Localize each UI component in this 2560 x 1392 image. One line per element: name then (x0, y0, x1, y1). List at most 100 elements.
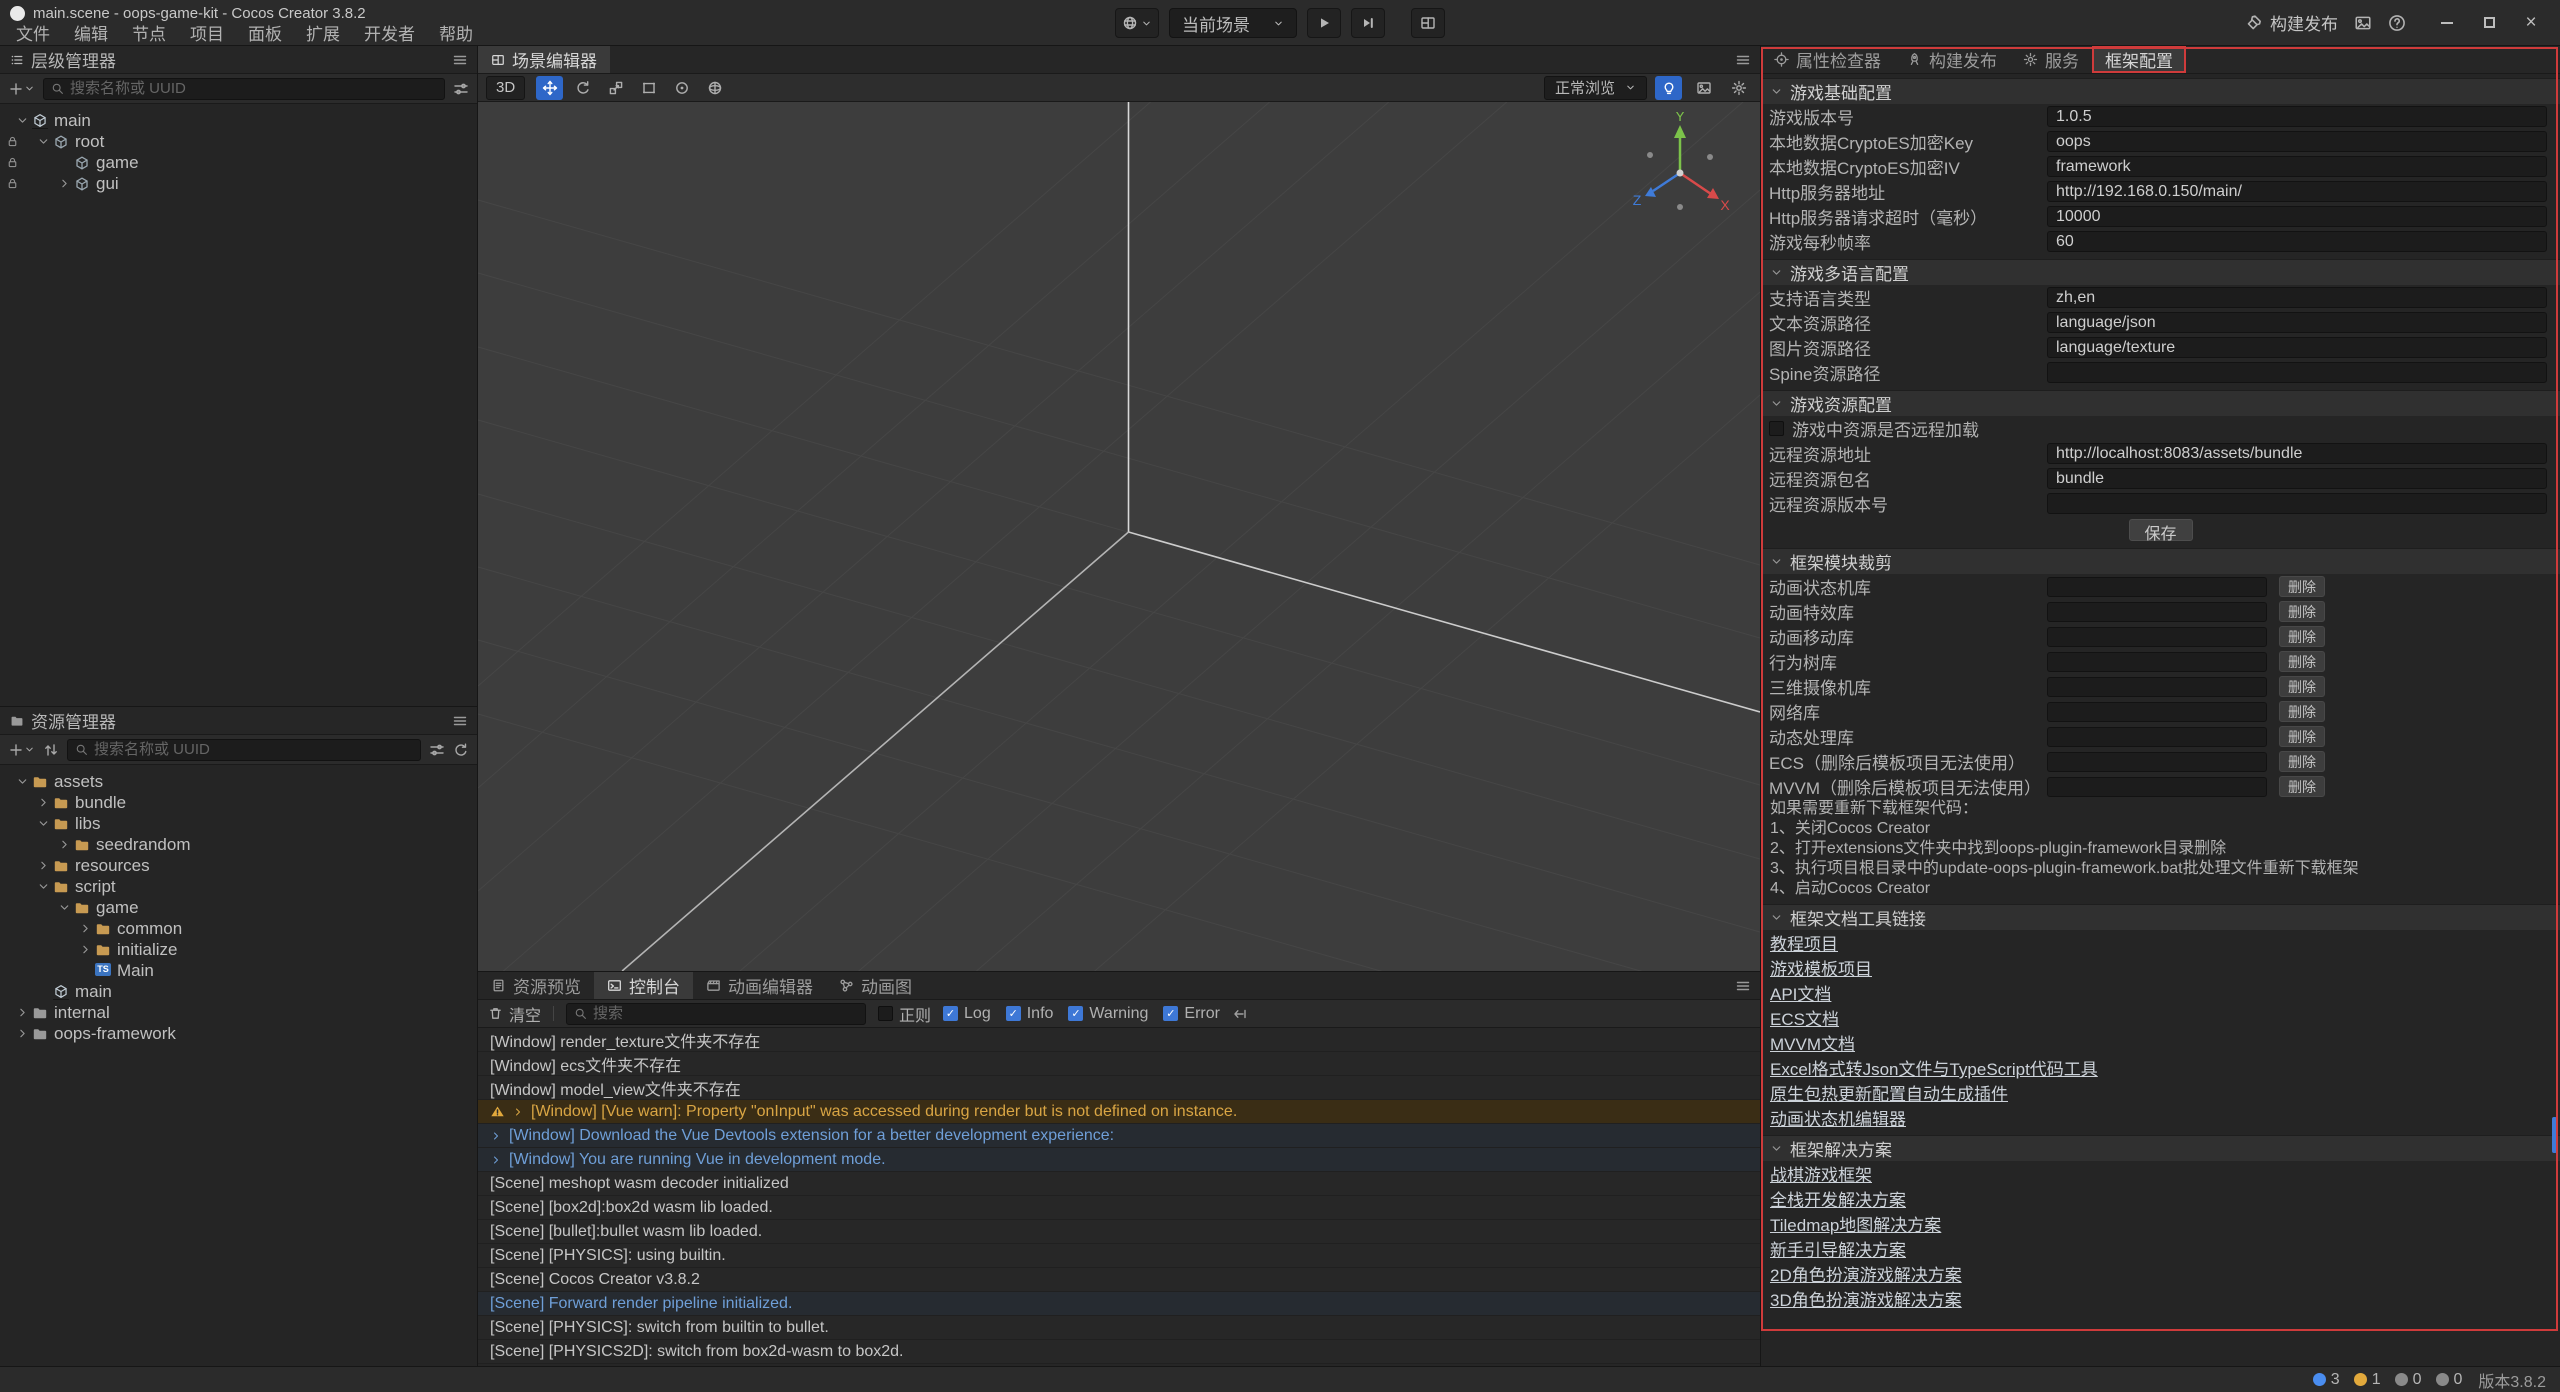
view-mode-dropdown[interactable]: 正常浏览 (1544, 76, 1647, 100)
section-header[interactable]: 框架解决方案 (1761, 1135, 2560, 1161)
log-row[interactable]: [Window] Download the Vue Devtools exten… (478, 1124, 1760, 1148)
expand-toggle[interactable] (35, 817, 52, 830)
help-icon[interactable] (2388, 14, 2406, 32)
coordinate-space-button[interactable] (701, 76, 728, 100)
log-row[interactable]: [Window] render_texture文件夹不存在 (478, 1028, 1760, 1052)
expand-toggle[interactable] (56, 838, 73, 851)
doc-link[interactable]: ECS文档 (1770, 1005, 1839, 1030)
field-input[interactable] (2047, 312, 2547, 333)
solution-link[interactable]: 新手引导解决方案 (1770, 1236, 1906, 1261)
expand-toggle[interactable] (56, 901, 73, 914)
play-button[interactable] (1307, 8, 1341, 38)
doc-link[interactable]: Excel格式转Json文件与TypeScript代码工具 (1770, 1055, 2098, 1080)
log-row[interactable]: [Scene] [PHYSICS]: using builtin. (478, 1244, 1760, 1268)
field-input[interactable] (2047, 362, 2547, 383)
console-panel-tab[interactable]: 资源预览 (478, 972, 594, 999)
task-count[interactable]: 0 (2436, 1371, 2463, 1389)
doc-link[interactable]: 动画状态机编辑器 (1770, 1105, 1906, 1130)
scene-view-config-button[interactable] (1690, 76, 1717, 100)
inspector-tab[interactable]: 框架配置 (2092, 46, 2186, 73)
panel-menu-icon[interactable] (1735, 52, 1751, 68)
delete-button[interactable]: 删除 (2279, 701, 2325, 722)
menu-item[interactable]: 帮助 (427, 24, 485, 46)
log-filter[interactable]: ✓Warning (1068, 1005, 1148, 1023)
menu-item[interactable]: 开发者 (352, 24, 427, 46)
menu-item[interactable]: 扩展 (294, 24, 352, 46)
scene-viewport[interactable]: Y X Z (478, 102, 1760, 971)
scene-settings-button[interactable] (1725, 76, 1752, 100)
section-header[interactable]: 游戏基础配置 (1761, 78, 2560, 104)
orientation-gizmo[interactable]: Y X Z (1626, 112, 1734, 220)
collapse-logs-icon[interactable] (1232, 1006, 1248, 1022)
section-header[interactable]: 框架模块裁剪 (1761, 548, 2560, 574)
regex-toggle[interactable]: 正则 (878, 1002, 931, 1026)
expand-toggle[interactable] (35, 796, 52, 809)
build-publish-button[interactable]: 构建发布 (2245, 10, 2338, 35)
field-input[interactable] (2047, 443, 2547, 464)
warning-count[interactable]: 1 (2354, 1371, 2381, 1389)
step-button[interactable] (1351, 8, 1385, 38)
hierarchy-node[interactable]: game (0, 152, 477, 173)
solution-link[interactable]: 3D角色扮演游戏解决方案 (1770, 1286, 1962, 1311)
console-panel-tab[interactable]: 控制台 (594, 972, 693, 999)
expand-toggle[interactable] (14, 1006, 31, 1019)
expand-toggle[interactable] (14, 114, 31, 127)
layout-button[interactable] (1411, 8, 1445, 38)
preview-platform-button[interactable] (1115, 8, 1159, 38)
asset-node[interactable]: TSMain (0, 960, 477, 981)
expand-toggle[interactable] (56, 177, 73, 190)
expand-toggle[interactable] (77, 943, 94, 956)
field-input[interactable] (2047, 287, 2547, 308)
field-input[interactable] (2047, 337, 2547, 358)
field-input[interactable] (2047, 468, 2547, 489)
scale-tool-button[interactable] (602, 76, 629, 100)
assets-search-input[interactable] (94, 741, 413, 758)
filter-icon[interactable] (453, 81, 469, 97)
rect-tool-button[interactable] (635, 76, 662, 100)
asset-node[interactable]: resources (0, 855, 477, 876)
inspector-tab[interactable]: 服务 (2010, 46, 2092, 73)
log-filter[interactable]: ✓Log (943, 1005, 991, 1023)
field-input[interactable] (2047, 206, 2547, 227)
field-input[interactable] (2047, 156, 2547, 177)
doc-link[interactable]: MVVM文档 (1770, 1030, 1855, 1055)
maximize-button[interactable] (2468, 0, 2510, 46)
filter-icon[interactable] (429, 742, 445, 758)
delete-button[interactable]: 删除 (2279, 751, 2325, 772)
asset-node[interactable]: game (0, 897, 477, 918)
menu-item[interactable]: 项目 (178, 24, 236, 46)
minimize-button[interactable] (2426, 0, 2468, 46)
console-search[interactable] (566, 1003, 866, 1025)
delete-button[interactable]: 删除 (2279, 576, 2325, 597)
menu-item[interactable]: 节点 (120, 24, 178, 46)
panel-menu-icon[interactable] (452, 713, 468, 729)
translate-tool-button[interactable] (536, 76, 563, 100)
create-asset-button[interactable] (8, 742, 35, 758)
delete-button[interactable]: 删除 (2279, 651, 2325, 672)
delete-button[interactable]: 删除 (2279, 676, 2325, 697)
hierarchy-search-input[interactable] (70, 80, 437, 97)
delete-button[interactable]: 删除 (2279, 776, 2325, 797)
hierarchy-node[interactable]: root (0, 131, 477, 152)
expand-toggle[interactable] (14, 1027, 31, 1040)
log-filter[interactable]: ✓Error (1163, 1005, 1220, 1023)
log-row[interactable]: [Window] You are running Vue in developm… (478, 1148, 1760, 1172)
log-row[interactable]: [Scene] [PHYSICS]: switch from builtin t… (478, 1316, 1760, 1340)
log-row[interactable]: [Window] ecs文件夹不存在 (478, 1052, 1760, 1076)
delete-button[interactable]: 删除 (2279, 726, 2325, 747)
asset-node[interactable]: libs (0, 813, 477, 834)
doc-link[interactable]: API文档 (1770, 980, 1831, 1005)
remote-load-checkbox[interactable] (1769, 421, 1784, 436)
doc-link[interactable]: 游戏模板项目 (1770, 955, 1872, 980)
menu-item[interactable]: 面板 (236, 24, 294, 46)
asset-node[interactable]: common (0, 918, 477, 939)
console-panel-tab[interactable]: 动画编辑器 (693, 972, 826, 999)
log-row[interactable]: [Scene] meshopt wasm decoder initialized (478, 1172, 1760, 1196)
log-row[interactable]: [Scene] [PHYSICS2D]: switch from box2d-w… (478, 1340, 1760, 1364)
log-row[interactable]: [Window] [Vue warn]: Property "onInput" … (478, 1100, 1760, 1124)
hierarchy-node[interactable]: gui (0, 173, 477, 194)
solution-link[interactable]: 2D角色扮演游戏解决方案 (1770, 1261, 1962, 1286)
field-input[interactable] (2047, 106, 2547, 127)
field-input[interactable] (2047, 131, 2547, 152)
create-node-button[interactable] (8, 81, 35, 97)
